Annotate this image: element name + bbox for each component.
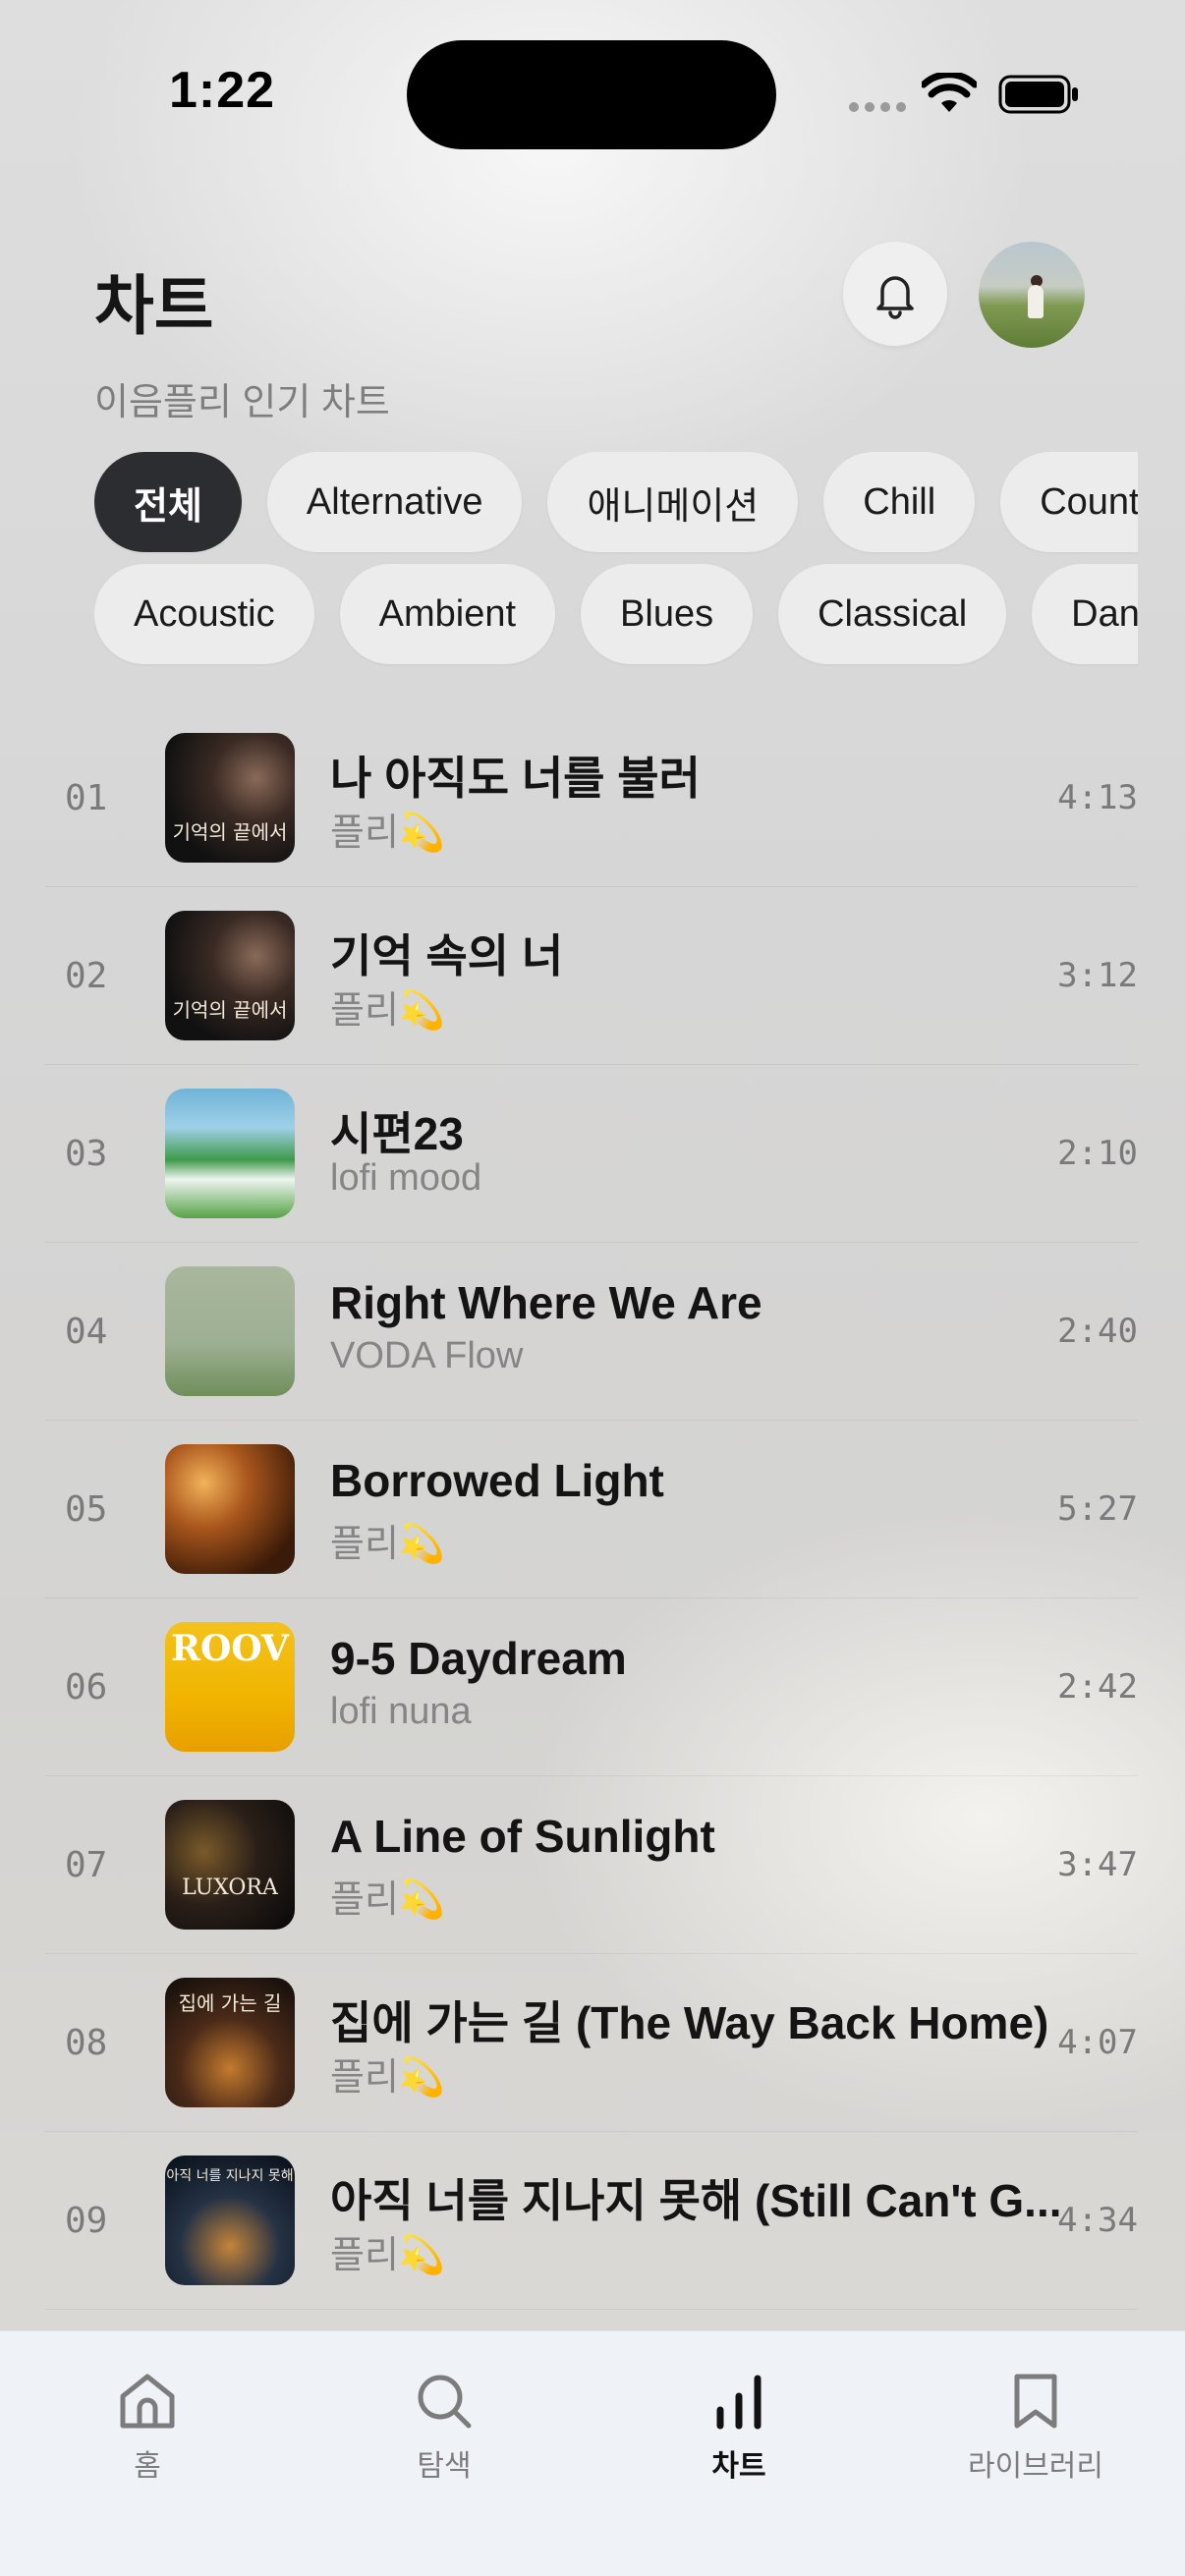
genre-filter: 전체 Alternative 애니메이션 Chill Country Acous…	[94, 452, 1138, 668]
album-cover	[165, 1266, 295, 1396]
track-artist: lofi nuna	[330, 1691, 472, 1732]
track-duration: 3:12	[1057, 956, 1138, 995]
album-cover: 기억의 끝에서	[165, 911, 295, 1040]
album-cover: 집에 가는 길	[165, 1978, 295, 2107]
bell-icon	[876, 276, 914, 319]
track-artist: 플리💫	[330, 1879, 446, 1921]
track-title: 시편23	[330, 1108, 464, 1159]
genre-row-2: Acoustic Ambient Blues Classical Dance	[94, 564, 1138, 664]
notifications-button[interactable]	[843, 242, 947, 346]
track-title: A Line of Sunlight	[330, 1811, 715, 1862]
album-cover: LUXORA	[165, 1800, 295, 1930]
track-row[interactable]: 09 아직 너를 지나지 못해 아직 너를 지나지 못해 (Still Can'…	[45, 2132, 1138, 2310]
battery-icon	[998, 75, 1078, 114]
track-duration: 2:10	[1057, 1134, 1138, 1173]
genre-chip-acoustic[interactable]: Acoustic	[94, 564, 314, 664]
tab-library-label: 라이브러리	[968, 2450, 1103, 2483]
search-icon	[418, 2375, 472, 2429]
tab-chart-label: 차트	[711, 2450, 766, 2483]
genre-chip-alternative[interactable]: Alternative	[266, 452, 523, 552]
tab-library[interactable]: 라이브러리	[937, 2369, 1134, 2485]
track-title: Right Where We Are	[330, 1277, 762, 1328]
track-rank: 05	[65, 1489, 108, 1530]
wifi-icon	[922, 73, 977, 112]
track-artist: VODA Flow	[330, 1335, 524, 1376]
track-artist: 플리💫	[330, 2235, 446, 2276]
track-title: Borrowed Light	[330, 1455, 664, 1506]
track-rank: 08	[65, 2023, 108, 2063]
track-rank: 06	[65, 1667, 108, 1708]
album-cover: 아직 너를 지나지 못해	[165, 2156, 295, 2285]
track-row[interactable]: 03 시편23 lofi mood 2:10	[45, 1065, 1138, 1243]
genre-chip-chill[interactable]: Chill	[823, 452, 976, 552]
genre-chip-animation[interactable]: 애니메이션	[547, 452, 799, 552]
page-subtitle: 이음플리 인기 차트	[94, 382, 390, 423]
status-bar: 1:22	[0, 0, 1185, 196]
track-rank: 02	[65, 956, 108, 996]
album-cover: 기억의 끝에서	[165, 733, 295, 863]
track-rank: 01	[65, 778, 108, 818]
chart-bars-icon	[716, 2375, 762, 2430]
track-duration: 4:13	[1057, 778, 1138, 817]
track-artist: 플리💫	[330, 990, 446, 1032]
track-rank: 04	[65, 1312, 108, 1352]
track-duration: 3:47	[1057, 1845, 1138, 1884]
track-row[interactable]: 04 Right Where We Are VODA Flow 2:40	[45, 1243, 1138, 1421]
tab-bar: 홈 탐색 차트 라이브러리	[0, 2330, 1185, 2576]
track-row[interactable]: 02 기억의 끝에서 기억 속의 너 플리💫 3:12	[45, 887, 1138, 1065]
track-duration: 5:27	[1057, 1489, 1138, 1529]
bookmark-icon	[1014, 2374, 1057, 2429]
chart-list: 01 기억의 끝에서 나 아직도 너를 불러 플리💫 4:13 02 기억의 끝…	[45, 709, 1138, 2310]
genre-chip-classical[interactable]: Classical	[778, 564, 1007, 664]
status-time: 1:22	[169, 62, 276, 119]
track-title: 아직 너를 지나지 못해 (Still Can't G...	[330, 2175, 1062, 2226]
track-row[interactable]: 08 집에 가는 길 집에 가는 길 (The Way Back Home) 플…	[45, 1954, 1138, 2132]
home-icon	[120, 2374, 175, 2429]
track-rank: 09	[65, 2201, 108, 2241]
album-cover: ROOV	[165, 1622, 295, 1752]
page-title: 차트	[94, 269, 214, 342]
dynamic-island	[407, 40, 776, 149]
tab-chart[interactable]: 차트	[641, 2369, 837, 2485]
track-rank: 03	[65, 1134, 108, 1174]
track-title: 9-5 Daydream	[330, 1633, 627, 1684]
profile-avatar[interactable]	[979, 242, 1085, 348]
track-row[interactable]: 05 Borrowed Light 플리💫 5:27	[45, 1421, 1138, 1598]
tab-search[interactable]: 탐색	[346, 2369, 542, 2485]
cellular-signal-icon	[849, 102, 906, 112]
track-artist: lofi mood	[330, 1157, 482, 1199]
genre-chip-blues[interactable]: Blues	[581, 564, 754, 664]
tab-home-label: 홈	[134, 2450, 161, 2483]
track-title: 기억 속의 너	[330, 930, 564, 981]
track-artist: 플리💫	[330, 1524, 446, 1565]
track-row[interactable]: 06 ROOV 9-5 Daydream lofi nuna 2:42	[45, 1598, 1138, 1776]
track-rank: 07	[65, 1845, 108, 1885]
genre-chip-ambient[interactable]: Ambient	[339, 564, 556, 664]
genre-row-1: 전체 Alternative 애니메이션 Chill Country	[94, 452, 1138, 552]
track-title: 집에 가는 길 (The Way Back Home)	[330, 1997, 1049, 2048]
genre-chip-all[interactable]: 전체	[94, 452, 242, 552]
tab-search-label: 탐색	[417, 2450, 472, 2483]
track-artist: 플리💫	[330, 812, 446, 854]
album-cover	[165, 1089, 295, 1218]
track-duration: 2:40	[1057, 1312, 1138, 1351]
track-title: 나 아직도 너를 불러	[330, 753, 701, 804]
album-cover	[165, 1444, 295, 1574]
track-row[interactable]: 01 기억의 끝에서 나 아직도 너를 불러 플리💫 4:13	[45, 709, 1138, 887]
track-duration: 2:42	[1057, 1667, 1138, 1707]
track-row[interactable]: 07 LUXORA A Line of Sunlight 플리💫 3:47	[45, 1776, 1138, 1954]
tab-home[interactable]: 홈	[49, 2369, 246, 2485]
genre-chip-dance[interactable]: Dance	[1032, 564, 1138, 664]
track-artist: 플리💫	[330, 2057, 446, 2099]
track-duration: 4:34	[1057, 2201, 1138, 2240]
genre-chip-country[interactable]: Country	[1000, 452, 1138, 552]
track-duration: 4:07	[1057, 2023, 1138, 2062]
